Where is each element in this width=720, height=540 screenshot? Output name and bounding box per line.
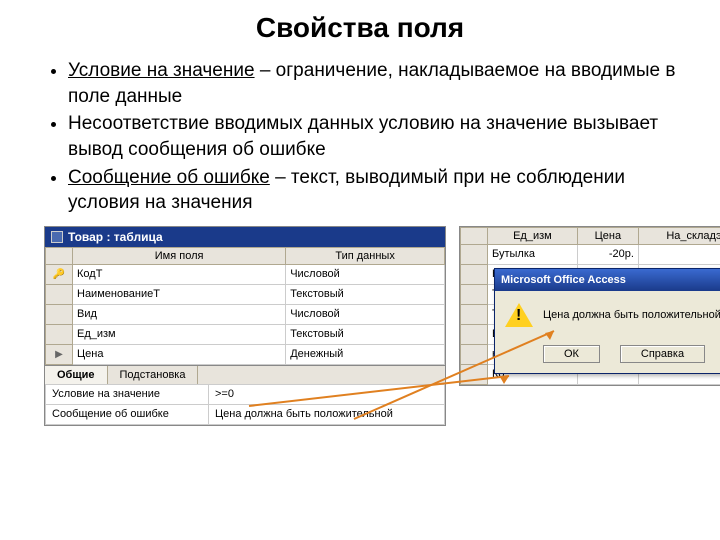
prop-validation-text-value[interactable]: Цена должна быть положительной <box>209 404 445 424</box>
window-titlebar: Товар : таблица <box>45 227 445 247</box>
prop-validation-rule-label: Условие на значение <box>46 384 209 404</box>
table-row: 🔑КодТЧисловой <box>46 264 445 284</box>
table-row: НаименованиеТТекстовый <box>46 284 445 304</box>
bullet-list: Условие на значение – ограничение, накла… <box>44 58 676 216</box>
tab-general[interactable]: Общие <box>45 366 108 384</box>
dialog-titlebar: Microsoft Office Access ✕ <box>495 269 720 291</box>
table-row: Ед_измТекстовый <box>46 324 445 344</box>
warning-icon: ! <box>505 301 533 329</box>
property-tabs[interactable]: Общие Подстановка <box>45 365 445 384</box>
design-view-window: Товар : таблица Имя поляТип данных 🔑КодТ… <box>44 226 446 426</box>
property-sheet[interactable]: Условие на значение>=0 Сообщение об ошиб… <box>45 384 445 425</box>
prop-validation-rule-value[interactable]: >=0 <box>209 384 445 404</box>
page-title: Свойства поля <box>44 12 676 44</box>
bullet-3: Сообщение об ошибке – текст, выводимый п… <box>68 165 676 216</box>
table-row: ВидЧисловой <box>46 304 445 324</box>
ok-button[interactable]: ОК <box>543 345 600 363</box>
table-row: Бутылка-20р.1000 <box>461 244 720 264</box>
table-row: ▶ЦенаДенежный <box>46 344 445 364</box>
dialog-message: Цена должна быть положительной <box>543 309 720 321</box>
error-dialog: Microsoft Office Access ✕ ! Цена должна … <box>494 268 720 374</box>
field-grid[interactable]: Имя поляТип данных 🔑КодТЧисловой Наимено… <box>45 247 445 365</box>
prop-validation-text-label: Сообщение об ошибке <box>46 404 209 424</box>
table-icon <box>51 231 63 243</box>
bullet-1: Условие на значение – ограничение, накла… <box>68 58 676 109</box>
bullet-2: Несоответствие вводимых данных условию н… <box>68 111 676 162</box>
help-button[interactable]: Справка <box>620 345 705 363</box>
tab-lookup[interactable]: Подстановка <box>108 366 199 384</box>
